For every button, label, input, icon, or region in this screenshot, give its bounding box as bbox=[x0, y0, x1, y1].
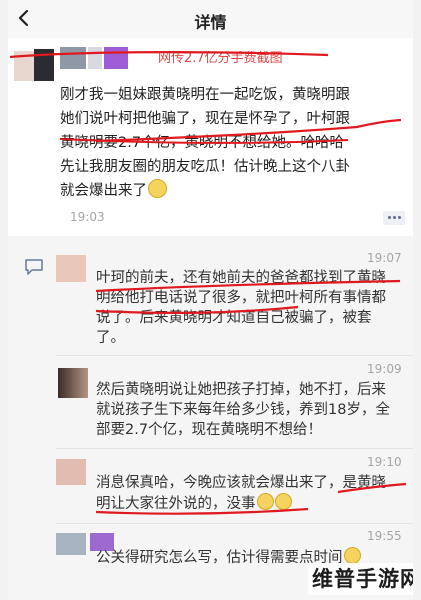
comment-line: 叶珂的前夫，还有她前夫的爸爸都找到了黄晓 bbox=[96, 270, 386, 286]
laughing-emoji-icon bbox=[274, 493, 292, 510]
comment-bubble-icon bbox=[25, 259, 43, 275]
post-line: 黄晓明要2.7个亿，黄晓明不想给她。哈哈哈 bbox=[60, 135, 345, 151]
comment-line: 消息保真哈，今晚应该就会爆出来了，是黄晓 bbox=[96, 475, 386, 491]
comment-text: 叶珂的前夫，还有她前夫的爸爸都找到了黄晓 明给他打电话说了很多，就把叶柯所有事情… bbox=[96, 268, 386, 348]
comment-divider bbox=[56, 355, 413, 356]
surprised-emoji-icon bbox=[148, 179, 167, 198]
comment-line: 部要2.7个亿，现在黄晓明不想给！ bbox=[96, 422, 323, 438]
comment-line: 公关得研究怎么写，估计得需要点时间 bbox=[96, 550, 343, 566]
smile-emoji-icon bbox=[343, 547, 361, 564]
comment-timestamp: 19:07 bbox=[367, 251, 402, 265]
nav-bar: 详情 bbox=[8, 0, 413, 39]
comment-divider bbox=[56, 448, 413, 449]
comment-line: 明给他打电话说了很多，就把叶柯所有事情都 bbox=[96, 290, 386, 306]
comment-line: 说了。后来黄晓明才知道自己被骗了，被套 bbox=[96, 310, 372, 326]
post-line: 就会爆出来了 bbox=[60, 183, 147, 199]
post-text: 刚才我一姐妹跟黄晓明在一起吃饭，黄晓明跟 她们说叶柯把他骗了，现在是怀孕了，叶柯… bbox=[60, 83, 410, 203]
post-line: 刚才我一姐妹跟黄晓明在一起吃饭，黄晓明跟 bbox=[60, 87, 350, 103]
comment-line-last: 明让大家往外说的，没事 bbox=[96, 493, 386, 514]
post-line-last: 就会爆出来了 bbox=[60, 179, 410, 203]
avatar[interactable] bbox=[8, 47, 60, 83]
comment-timestamp: 19:55 bbox=[367, 529, 402, 543]
comment-timestamp: 19:09 bbox=[367, 362, 402, 376]
post-line: 先让我朋友圈的朋友吃瓜！估计晚上这个八卦 bbox=[60, 159, 350, 175]
site-logo: 维普手游网 bbox=[308, 563, 413, 595]
commenter-avatar[interactable] bbox=[58, 368, 88, 398]
comment-line: 然后黄晓明说让她把孩子打掉，她不打，后来 bbox=[96, 382, 386, 398]
commenter-avatar[interactable] bbox=[56, 459, 86, 485]
phone-screen: 详情 网传2.7亿分手费截图 刚才我一姐妹跟黄晓明在一起吃饭，黄晓明跟 她们说叶… bbox=[8, 0, 413, 600]
comment-line: 就说孩子生下来每年给多少钱，养到18岁，全 bbox=[96, 402, 390, 418]
commenter-avatar[interactable] bbox=[56, 255, 86, 282]
commenter-avatar[interactable] bbox=[56, 533, 86, 555]
comment-divider bbox=[56, 523, 413, 524]
comment-text: 消息保真哈，今晚应该就会爆出来了，是黄晓 明让大家往外说的，没事 bbox=[96, 473, 386, 514]
comment-text: 然后黄晓明说让她把孩子打掉，她不打，后来 就说孩子生下来每年给多少钱，养到18岁… bbox=[96, 380, 390, 440]
comment-line: 明让大家往外说的，没事 bbox=[96, 496, 256, 512]
comment-timestamp: 19:10 bbox=[367, 455, 402, 469]
post-timestamp: 19:03 bbox=[70, 210, 105, 224]
page-title: 详情 bbox=[194, 13, 227, 32]
blurred-username[interactable] bbox=[60, 47, 130, 71]
post-line: 她们说叶柯把他骗了，现在是怀孕了，叶柯跟 bbox=[60, 111, 350, 127]
laughing-emoji-icon bbox=[256, 493, 274, 510]
watermark-caption: 网传2.7亿分手费截图 bbox=[158, 51, 283, 66]
comment-line: 了。 bbox=[96, 330, 125, 346]
more-options-button[interactable] bbox=[383, 211, 405, 225]
